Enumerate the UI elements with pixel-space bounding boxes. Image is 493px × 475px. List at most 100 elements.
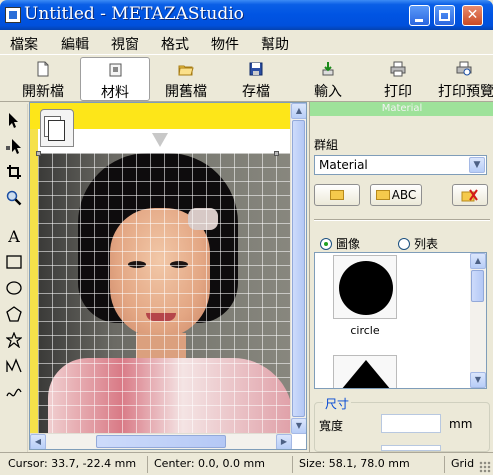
rectangle-tool[interactable] bbox=[2, 250, 26, 274]
ellipse-icon bbox=[6, 281, 22, 295]
vertical-scroll-thumb[interactable] bbox=[292, 120, 305, 417]
image-view-label: 圖像 bbox=[336, 237, 361, 251]
print-button[interactable]: 打印 bbox=[378, 57, 418, 101]
gallery-scroll-down[interactable]: ▼ bbox=[470, 372, 486, 388]
material-button[interactable]: 材料 bbox=[80, 57, 150, 101]
gallery-item-triangle[interactable] bbox=[333, 355, 397, 388]
horizontal-scroll-thumb[interactable] bbox=[96, 435, 226, 448]
material-gallery[interactable]: circle ▲ ▼ bbox=[314, 252, 487, 389]
status-center: Center: 0.0, 0.0 mm bbox=[147, 456, 265, 473]
photo-object[interactable] bbox=[38, 153, 292, 434]
material-panel: Material 群組 Material ▼ ABC 圖像 列表 circle … bbox=[309, 102, 493, 452]
scroll-up-button[interactable]: ▲ bbox=[291, 103, 306, 119]
menu-window[interactable]: 視窗 bbox=[111, 34, 139, 54]
save-button[interactable]: 存檔 bbox=[236, 57, 276, 101]
new-file-label: 開新檔 bbox=[22, 84, 64, 100]
design-canvas[interactable]: ▲ ▼ ◀ ▶ bbox=[29, 102, 307, 450]
vertical-scrollbar[interactable]: ▲ ▼ bbox=[290, 103, 306, 434]
menu-object[interactable]: 物件 bbox=[211, 34, 239, 54]
floppy-disk-icon bbox=[249, 62, 263, 76]
polygon-tool[interactable] bbox=[2, 302, 26, 326]
open-file-button[interactable]: 開舊檔 bbox=[160, 57, 212, 101]
gallery-scrollbar[interactable]: ▲ ▼ bbox=[470, 253, 486, 388]
new-group-button[interactable] bbox=[314, 184, 360, 206]
print-label: 打印 bbox=[384, 84, 412, 100]
tool-palette: A bbox=[0, 104, 28, 452]
gallery-scroll-up[interactable]: ▲ bbox=[470, 253, 486, 269]
page-thumbnail-tab[interactable] bbox=[40, 109, 74, 147]
pentagon-icon bbox=[6, 306, 22, 322]
close-button[interactable]: ✕ bbox=[462, 5, 483, 26]
status-grid[interactable]: Grid bbox=[444, 456, 474, 473]
import-button[interactable]: 輸入 bbox=[306, 57, 350, 101]
chevron-down-icon[interactable]: ▼ bbox=[469, 157, 485, 173]
material-icon bbox=[109, 63, 122, 77]
pointer-icon bbox=[9, 113, 18, 128]
resize-grip-icon[interactable] bbox=[479, 461, 491, 473]
size-group: 尺寸 寬度 mm bbox=[314, 395, 490, 452]
ellipse-tool[interactable] bbox=[2, 276, 26, 300]
radio-selected-icon bbox=[320, 237, 332, 250]
print-preview-label: 打印預覽 bbox=[438, 84, 493, 100]
material-label: 材料 bbox=[101, 85, 129, 101]
gallery-item-circle[interactable] bbox=[333, 255, 397, 319]
pointer-tool[interactable] bbox=[2, 108, 26, 132]
status-cursor: Cursor: 33.7, -22.4 mm bbox=[8, 457, 137, 470]
height-input[interactable] bbox=[381, 445, 441, 451]
new-file-button[interactable]: 開新檔 bbox=[14, 57, 72, 101]
list-view-radio[interactable]: 列表 bbox=[398, 235, 438, 252]
image-view-radio[interactable]: 圖像 bbox=[320, 235, 360, 252]
open-folder-icon bbox=[178, 65, 194, 76]
rename-button-label: ABC bbox=[391, 188, 417, 202]
curve-tool[interactable] bbox=[2, 354, 26, 378]
delete-group-button[interactable] bbox=[452, 184, 488, 206]
menu-file[interactable]: 檔案 bbox=[10, 34, 38, 54]
main-toolbar: 開新檔 材料 開舊檔 存檔 輸入 打印 打印預覽 bbox=[0, 54, 493, 102]
menu-edit[interactable]: 編輯 bbox=[61, 34, 89, 54]
status-bar: Cursor: 33.7, -22.4 mm Center: 0.0, 0.0 … bbox=[0, 452, 493, 475]
star-icon bbox=[6, 332, 22, 348]
node-edit-icon bbox=[6, 139, 21, 154]
window-title: Untitled - METAZAStudio bbox=[24, 4, 244, 24]
freehand-tool[interactable] bbox=[2, 380, 26, 404]
scroll-down-button[interactable]: ▼ bbox=[291, 418, 306, 434]
radio-unselected-icon bbox=[398, 237, 410, 250]
horizontal-scrollbar[interactable]: ◀ ▶ bbox=[30, 433, 292, 449]
text-icon: A bbox=[8, 226, 20, 246]
selection-handle[interactable] bbox=[274, 151, 279, 156]
minimize-button[interactable] bbox=[409, 5, 430, 26]
import-label: 輸入 bbox=[314, 84, 342, 100]
scroll-right-button[interactable]: ▶ bbox=[276, 434, 292, 449]
folder-icon bbox=[375, 190, 390, 200]
delete-folder-icon bbox=[461, 189, 478, 202]
gallery-caption: circle bbox=[350, 324, 380, 337]
selection-handle[interactable] bbox=[36, 151, 41, 156]
zoom-icon bbox=[6, 190, 22, 206]
group-select-value: Material bbox=[319, 158, 368, 172]
zoom-tool[interactable] bbox=[2, 186, 26, 210]
rename-group-button[interactable]: ABC bbox=[370, 184, 422, 206]
text-tool[interactable]: A bbox=[2, 224, 26, 248]
new-file-icon bbox=[37, 61, 49, 77]
star-tool[interactable] bbox=[2, 328, 26, 352]
width-input[interactable] bbox=[381, 414, 441, 433]
menu-bar: 檔案 編輯 視窗 格式 物件 幫助 bbox=[0, 30, 493, 54]
menu-format[interactable]: 格式 bbox=[161, 34, 189, 54]
maximize-button[interactable] bbox=[434, 5, 455, 26]
node-edit-tool[interactable] bbox=[2, 134, 26, 158]
crop-tool[interactable] bbox=[2, 160, 26, 184]
status-size: Size: 58.1, 78.0 mm bbox=[292, 456, 410, 473]
list-view-label: 列表 bbox=[414, 237, 439, 251]
group-select[interactable]: Material ▼ bbox=[314, 155, 487, 175]
triangle-shape-icon bbox=[342, 360, 390, 388]
menu-help[interactable]: 幫助 bbox=[261, 34, 289, 54]
app-icon bbox=[5, 7, 21, 23]
width-unit: mm bbox=[449, 417, 473, 431]
crop-icon bbox=[7, 165, 21, 179]
scroll-left-button[interactable]: ◀ bbox=[30, 434, 46, 449]
curve-icon bbox=[6, 358, 22, 373]
print-preview-button[interactable]: 打印預覽 bbox=[434, 57, 493, 101]
title-bar[interactable]: Untitled - METAZAStudio ✕ bbox=[0, 0, 493, 30]
width-label: 寬度 bbox=[319, 419, 344, 433]
gallery-scroll-thumb[interactable] bbox=[471, 270, 484, 302]
